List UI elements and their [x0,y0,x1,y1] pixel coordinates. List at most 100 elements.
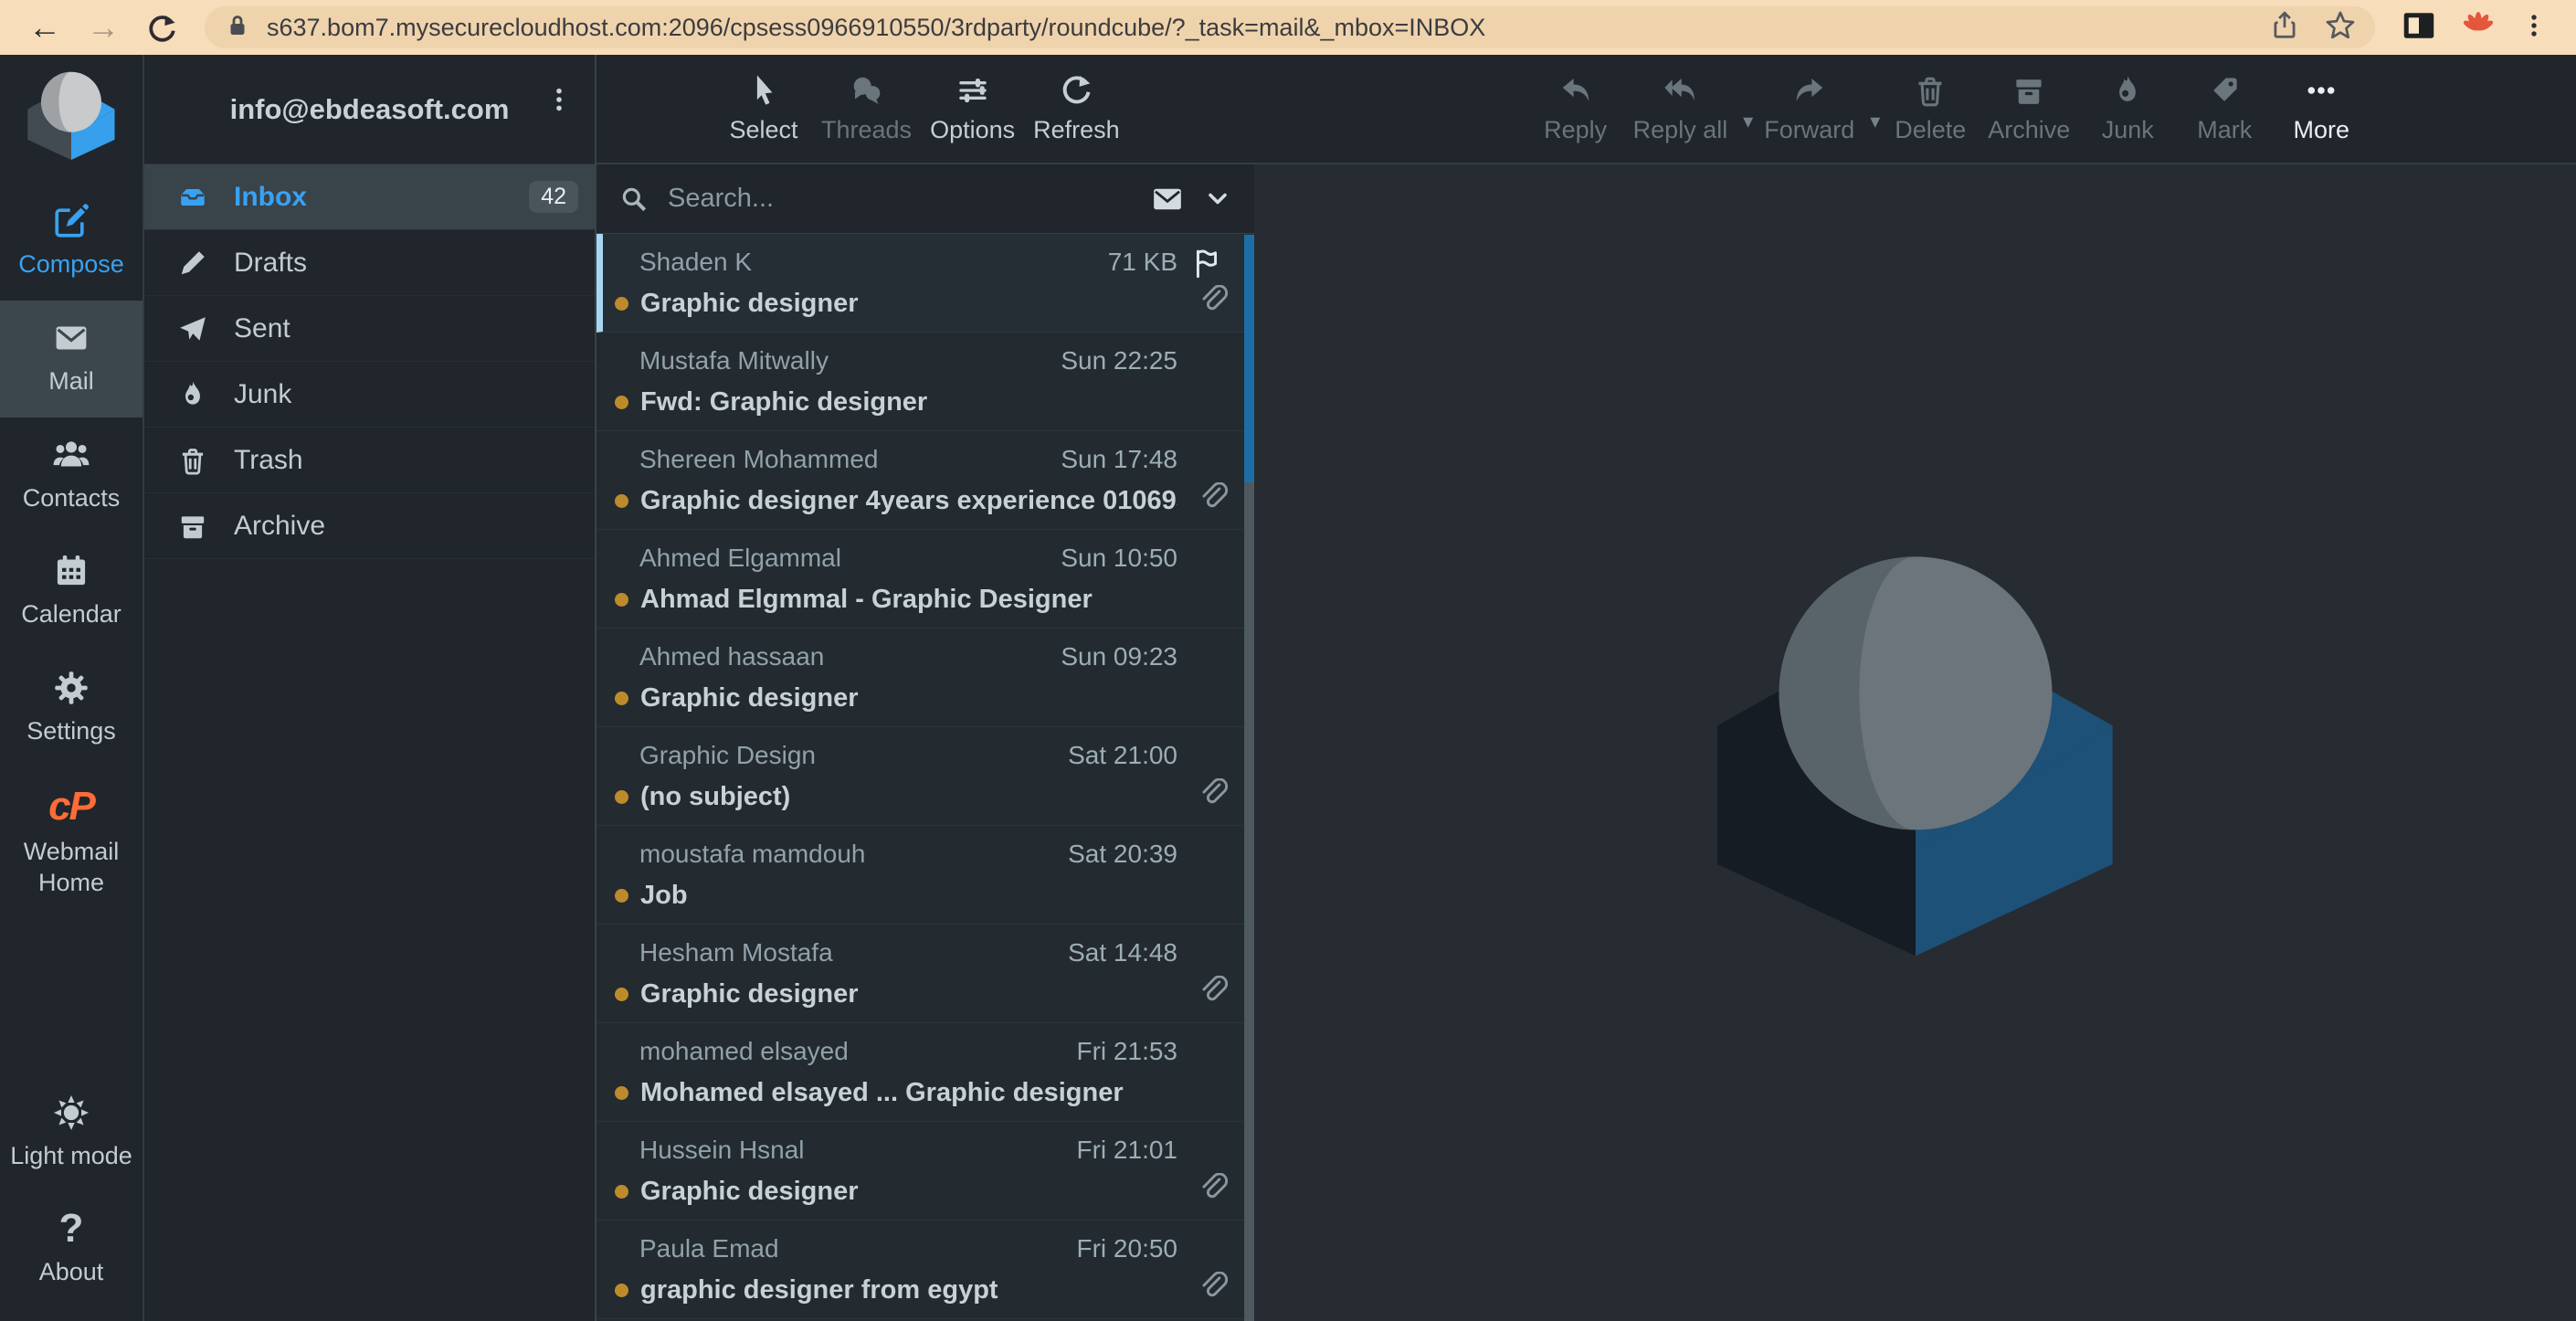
message-line2: Ahmad Elgmmal - Graphic Designer [615,585,1177,615]
folder-drafts[interactable]: Drafts [144,230,595,296]
message-list: Shaden K71 KBGraphic designerMustafa Mit… [596,234,1254,1321]
message-date: Sat 21:00 [1068,741,1177,770]
message-line2: Graphic designer [615,1177,1177,1207]
toolbar-button-label: Junk [2102,116,2154,144]
toolbar-button-delete[interactable]: Delete [1882,73,1979,144]
list-scrollbar[interactable] [1244,235,1254,1321]
message-line1: Ahmed ElgammalSun 10:50 [615,539,1177,577]
address-bar[interactable]: s637.bom7.mysecurecloudhost.com:2096/cps… [205,6,2375,48]
sidebar-item-compose[interactable]: Compose [0,184,143,301]
share-icon[interactable] [2269,10,2300,46]
dropdown-caret-icon[interactable]: ▾ [1743,110,1753,133]
message-date: Sat 20:39 [1068,840,1177,869]
more-icon [2304,73,2338,108]
browser-refresh-button[interactable] [137,0,186,55]
toolbar-button-refresh[interactable]: Refresh [1024,73,1129,144]
toolbar-button-label: More [2294,116,2350,144]
message-sender: Hesham Mostafa [639,938,833,967]
toolbar-button-label: Threads [821,116,912,144]
toolbar-button-label: Archive [1988,116,2070,144]
browser-forward-button[interactable]: → [79,0,128,55]
unread-dot [615,692,628,705]
toolbar-button-reply[interactable]: Reply [1527,73,1624,144]
folder-archive[interactable]: Archive [144,493,595,559]
paperclip-icon [1198,1173,1229,1209]
toolbar-button-reply-all[interactable]: Reply all▾ [1624,73,1756,144]
message-date: Fri 21:01 [1077,1136,1178,1165]
message-date: Fri 20:50 [1077,1234,1178,1263]
dropdown-caret-icon[interactable]: ▾ [1870,110,1880,133]
browser-menu-icon[interactable] [2519,11,2549,45]
toolbar-button-forward[interactable]: Forward ▾ [1755,73,1882,144]
message-row[interactable]: moustafa mamdouhSat 20:39Job [596,826,1254,925]
toolbar-button-threads[interactable]: Threads [812,73,921,144]
folder-junk[interactable]: Junk [144,362,595,428]
message-row[interactable]: Shereen MohammedSun 17:48Graphic designe… [596,431,1254,530]
message-subject: Graphic designer 4years experience 01069… [640,486,1177,516]
sidebar-item-contacts[interactable]: Contacts [0,417,143,534]
archive-icon [177,511,208,542]
toolbar-button-label: Options [930,116,1015,144]
message-line2: Graphic designer [615,979,1177,1009]
search-input[interactable] [668,184,1132,214]
message-row[interactable]: Hesham Mostafa Sat 14:48 Graphic designer [596,925,1254,1023]
toolbar-button-mark[interactable]: Mark [2176,73,2273,144]
message-date: Sat 14:48 [1068,938,1177,967]
tag-icon [2207,73,2242,108]
message-row[interactable]: Mustafa MitwallySun 22:25Fwd: Graphic de… [596,333,1254,431]
unread-dot [615,396,628,409]
sidebar-item-calendar[interactable]: Calendar [0,534,143,650]
browser-back-button[interactable]: ← [20,0,69,55]
flag-icon[interactable] [1190,247,1223,284]
message-row[interactable]: Graphic DesignSat 21:00(no subject) [596,727,1254,826]
cpanel-icon: cP [48,786,94,828]
folder-inbox[interactable]: Inbox42 [144,164,595,230]
search-bar[interactable] [596,164,1254,234]
sidebar-item-about[interactable]: ?About [0,1191,143,1308]
unread-dot [615,790,628,804]
sidebar-item-light-mode[interactable]: Light mode [0,1075,143,1192]
toolbar-button-select[interactable]: Select [715,73,812,144]
toolbar-button-archive[interactable]: Archive [1979,73,2079,144]
toolbar-button-options[interactable]: Options [921,73,1024,144]
message-sender: Ahmed Elgammal [639,544,841,573]
bookmark-star-icon[interactable] [2324,9,2357,47]
message-row[interactable]: Ahmed hassaanSun 09:23Graphic designer [596,629,1254,727]
message-row[interactable]: Ahmed ElgammalSun 10:50 Ahmad Elgmmal - G… [596,530,1254,629]
folder-trash[interactable]: Trash [144,428,595,493]
sidebar-item-settings[interactable]: Settings [0,650,143,767]
inbox-icon [177,182,208,213]
sun-icon [52,1094,90,1132]
search-scope-mail-icon[interactable] [1150,182,1185,217]
message-sender: moustafa mamdouh [639,840,865,869]
message-line2: Fwd: Graphic designer [615,387,1177,417]
sidebar-item-label: Light mode [10,1141,132,1172]
sidebar-item-mail[interactable]: Mail [0,301,143,417]
unread-dot [615,297,628,311]
folder-label: Inbox [234,182,307,213]
message-row[interactable]: mohamed elsayedFri 21:53Mohamed elsayed … [596,1023,1254,1122]
folder-label: Archive [234,511,325,542]
trash-icon [177,445,208,476]
paperclip-icon [1198,285,1229,321]
list-scrollbar-thumb[interactable] [1244,235,1254,482]
extension-icon[interactable] [2461,8,2496,48]
message-line1: moustafa mamdouh Sat 20:39 [615,835,1177,873]
sidebar-toggle-icon[interactable] [2401,7,2437,48]
message-subject: Graphic designer [640,289,859,319]
message-row[interactable]: Shaden K71 KBGraphic designer [596,234,1254,333]
paperclip-icon [1198,482,1229,518]
sidebar-item-webmail-home[interactable]: cPWebmail Home [0,767,143,919]
toolbar-button-label: Forward [1764,116,1854,144]
message-row[interactable]: Paula EmadFri 20:50graphic designer from… [596,1221,1254,1319]
search-options-chevron-icon[interactable] [1203,185,1232,214]
toolbar-button-label: Mark [2197,116,2252,144]
folder-sent[interactable]: Sent [144,296,595,362]
message-date: Sun 17:48 [1061,445,1177,474]
folder-options-icon[interactable] [545,86,573,118]
toolbar-button-more[interactable]: More [2273,73,2370,144]
message-row[interactable]: Hussein HsnalFri 21:01Graphic designer [596,1122,1254,1221]
message-subject: graphic designer from egypt [640,1275,998,1305]
toolbar-button-junk[interactable]: Junk [2079,73,2176,144]
message-line2: graphic designer from egypt [615,1275,1177,1305]
